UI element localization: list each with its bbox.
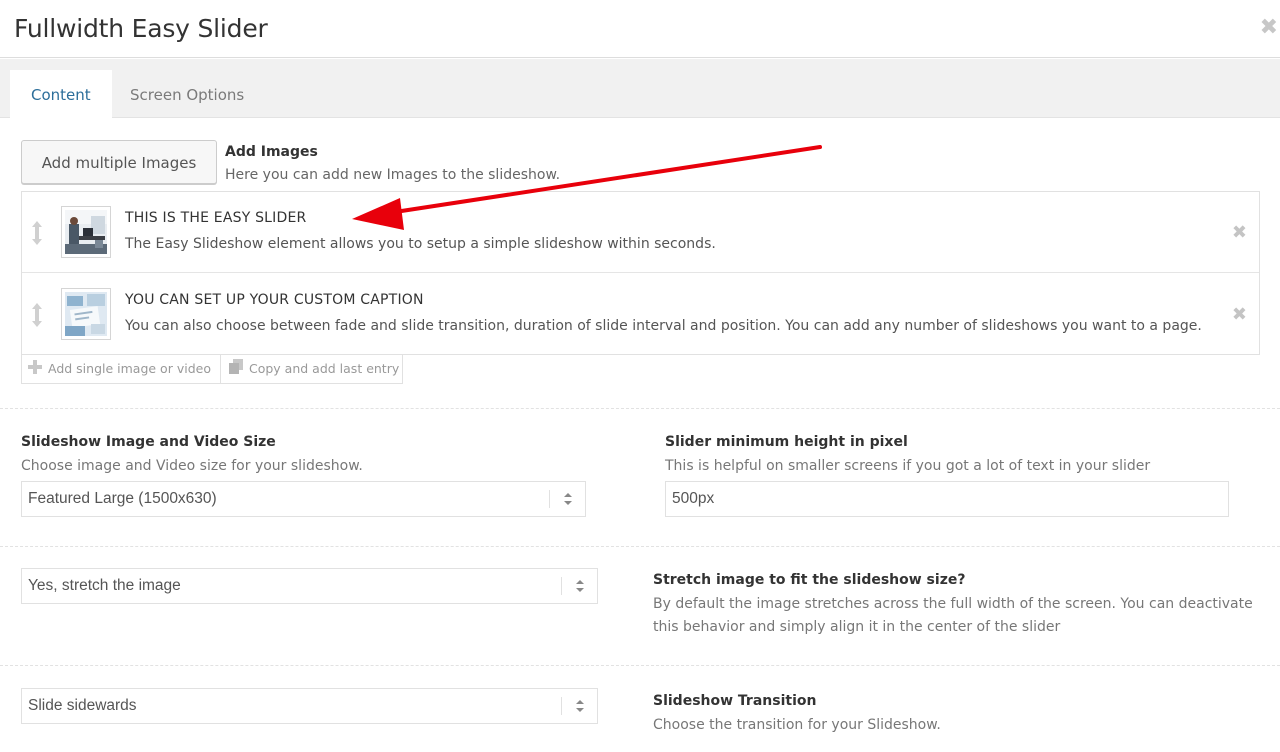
- slide-description: The Easy Slideshow element allows you to…: [125, 236, 716, 252]
- stretch-help-line1: By default the image stretches across th…: [653, 596, 1253, 612]
- transition-select[interactable]: Slide sidewards: [21, 688, 598, 724]
- transition-label: Slideshow Transition: [653, 693, 817, 709]
- transition-value: Slide sidewards: [28, 697, 137, 714]
- image-size-help: Choose image and Video size for your sli…: [21, 458, 363, 474]
- slide-description: You can also choose between fade and sli…: [125, 318, 1202, 334]
- tab-screen-options[interactable]: Screen Options: [109, 70, 265, 118]
- stretch-label: Stretch image to fit the slideshow size?: [653, 572, 966, 588]
- min-height-label: Slider minimum height in pixel: [665, 434, 908, 450]
- modal-title: Fullwidth Easy Slider: [14, 14, 268, 43]
- add-single-image-button[interactable]: Add single image or video: [28, 355, 211, 383]
- tab-content[interactable]: Content: [10, 70, 112, 118]
- slide-thumbnail[interactable]: [61, 206, 111, 258]
- min-height-help: This is helpful on smaller screens if yo…: [665, 458, 1151, 474]
- list-item[interactable]: THIS IS THE EASY SLIDER The Easy Slidesh…: [22, 192, 1259, 273]
- slide-title: THIS IS THE EASY SLIDER: [125, 210, 307, 226]
- remove-slide-icon[interactable]: ✖: [1232, 304, 1247, 325]
- min-height-input[interactable]: 500px: [665, 481, 1229, 517]
- transition-help: Choose the transition for your Slideshow…: [653, 717, 941, 733]
- divider: [0, 665, 1280, 666]
- remove-slide-icon[interactable]: ✖: [1232, 222, 1247, 243]
- entry-buttons: Add single image or video Copy and add l…: [21, 355, 403, 384]
- select-arrows-icon: [561, 697, 597, 715]
- select-arrows-icon: [549, 490, 585, 508]
- divider: [0, 546, 1280, 547]
- copy-last-label: Copy and add last entry: [249, 361, 400, 376]
- modal-header: Fullwidth Easy Slider ✖: [0, 0, 1280, 58]
- add-multiple-images-button[interactable]: Add multiple Images: [21, 140, 217, 184]
- add-images-title: Add Images: [225, 144, 318, 160]
- image-size-label: Slideshow Image and Video Size: [21, 434, 276, 450]
- list-item[interactable]: YOU CAN SET UP YOUR CUSTOM CAPTION You c…: [22, 274, 1259, 355]
- slide-title: YOU CAN SET UP YOUR CUSTOM CAPTION: [125, 292, 424, 308]
- add-images-description: Here you can add new Images to the slide…: [225, 167, 561, 183]
- select-arrows-icon: [561, 577, 597, 595]
- stretch-select[interactable]: Yes, stretch the image: [21, 568, 598, 604]
- slide-thumbnail[interactable]: [61, 288, 111, 340]
- add-single-label: Add single image or video: [48, 361, 211, 376]
- plus-icon: [28, 356, 42, 384]
- image-size-value: Featured Large (1500x630): [28, 490, 217, 507]
- drag-handle-icon[interactable]: [30, 220, 44, 246]
- modal-window: Fullwidth Easy Slider ✖ Content Screen O…: [0, 0, 1280, 752]
- image-size-select[interactable]: Featured Large (1500x630): [21, 481, 586, 517]
- office-photo-icon: [65, 210, 107, 254]
- desk-photo-icon: [65, 292, 107, 336]
- stretch-help-line2: this behavior and simply align it in the…: [653, 619, 1061, 635]
- divider: [0, 408, 1280, 409]
- stretch-value: Yes, stretch the image: [28, 577, 181, 594]
- drag-handle-icon[interactable]: [30, 302, 44, 328]
- copy-icon: [229, 356, 243, 384]
- copy-last-entry-button[interactable]: Copy and add last entry: [220, 355, 399, 383]
- tab-bar: Content Screen Options: [0, 59, 1280, 118]
- slides-list: THIS IS THE EASY SLIDER The Easy Slidesh…: [21, 191, 1260, 355]
- close-icon[interactable]: ✖: [1260, 15, 1278, 40]
